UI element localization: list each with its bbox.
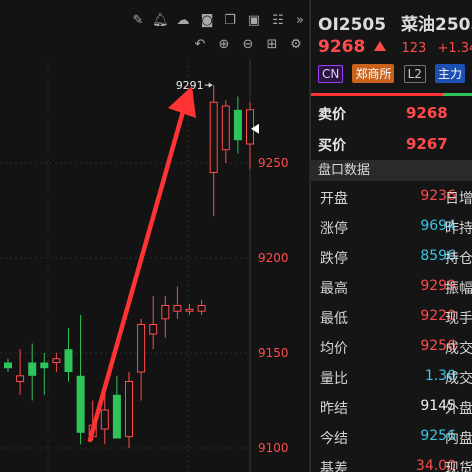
chart-background — [0, 0, 308, 472]
candle-body — [197, 305, 206, 312]
tag-row: CN 郑商所 L2 主力 — [318, 63, 469, 83]
tag-exchange: 郑商所 — [352, 64, 395, 83]
candle-body — [100, 409, 109, 430]
quote-row-label: 昨结 — [320, 401, 348, 417]
quote-row-label: 开盘 — [320, 191, 348, 207]
candle-body — [185, 308, 194, 312]
ask-price: 9268 — [406, 104, 448, 122]
candle-body — [40, 362, 49, 369]
candle-body — [64, 349, 73, 372]
quote-row: 均价 9256 成交 — [311, 332, 472, 362]
tag-l2[interactable]: L2 — [403, 65, 426, 83]
chart-toolbar: ✎ 🔔︎ ☁ ◙ ❐ ▣ ☷ » ↶ ⊕ ⊖ ⊞ ⚙ — [0, 6, 308, 51]
candle-body — [149, 324, 158, 335]
quote-data-list: 开盘 9236 日增 涨停 9694 昨持 跌停 8596 持仓 最高 9299 振幅 最低 9220 现手… — [311, 182, 472, 472]
tag-cn: CN — [318, 65, 344, 83]
quote-row-label-2: 成交 — [445, 371, 472, 387]
quote-row-label-2: 昨持 — [445, 221, 472, 237]
candlestick-chart[interactable]: 91009150920092509291 — [0, 0, 308, 472]
y-tick-label: 9200 — [258, 251, 289, 265]
quote-row: 最低 9220 现手 — [311, 302, 472, 332]
cloud-icon[interactable]: ☁ — [175, 14, 191, 27]
quote-row-label: 均价 — [320, 341, 348, 357]
bid-row[interactable]: 买价 9267 — [318, 133, 472, 157]
collapse-icon[interactable]: » — [292, 14, 308, 27]
candle-body — [16, 375, 25, 382]
candle-body — [233, 109, 242, 141]
tag-main-contract: 主力 — [434, 64, 465, 83]
quote-row: 最高 9299 振幅 — [311, 272, 472, 302]
symbol-name[interactable]: 菜油2505 — [401, 15, 472, 35]
grid-icon[interactable]: ⊞ — [264, 38, 280, 51]
candle-body — [246, 109, 254, 145]
symbol-code[interactable]: OI2505 — [318, 15, 386, 35]
quote-row-label-2: 持仓 — [445, 251, 472, 267]
candle-body — [161, 305, 170, 320]
quote-row-label: 量比 — [320, 371, 348, 387]
quote-row-label: 最高 — [320, 281, 348, 297]
arrow-up-icon — [374, 41, 387, 51]
candle-body — [137, 324, 146, 373]
quote-row-label-2: 现货 — [445, 461, 472, 472]
quote-row-label-2: 外盘 — [445, 401, 472, 417]
section-header: 盘口数据 — [311, 160, 472, 181]
quote-row-label-2: 日增 — [445, 191, 472, 207]
candle-body — [112, 394, 121, 439]
candle-body — [28, 362, 37, 376]
ask-row[interactable]: 卖价 9268 — [318, 102, 472, 126]
quote-row-label: 跌停 — [320, 251, 348, 267]
quote-row-label-2: 振幅 — [445, 281, 472, 297]
bell-icon[interactable]: 🔔︎ — [152, 14, 169, 27]
ratio-bar-red — [311, 93, 443, 96]
symbol-header: OI2505 菜油2505 — [318, 10, 472, 35]
quote-row: 开盘 9236 日增 — [311, 182, 472, 212]
candle-body — [209, 101, 218, 173]
price-row: 9268 123 +1.34% — [318, 37, 472, 57]
candle-body — [52, 358, 61, 364]
chart-pane[interactable]: 9100 9150 9200 9250 9291 ✎ 🔔︎ ☁ ◙ ❐ ▣ ☷ » ↶ … — [0, 0, 308, 472]
camera-icon[interactable]: ◙ — [199, 14, 215, 27]
candle-body — [76, 375, 85, 433]
undo-icon[interactable]: ↶ — [192, 38, 208, 51]
candle-body — [125, 381, 133, 438]
candle-body — [173, 305, 182, 312]
quote-row: 基差 34.00 现货 — [311, 452, 472, 472]
pencil-icon[interactable]: ✎ — [130, 14, 146, 27]
last-price: 9268 — [318, 37, 366, 57]
quote-row-label: 基差 — [320, 461, 348, 472]
bid-price: 9267 — [406, 135, 448, 153]
quote-row-label-2: 现手 — [445, 311, 472, 327]
quote-row-label-2: 成交 — [445, 341, 472, 357]
settings-icon[interactable]: ⚙ — [288, 38, 304, 51]
zoom-in-icon[interactable]: ⊕ — [216, 38, 232, 51]
quote-row: 涨停 9694 昨持 — [311, 212, 472, 242]
copy-icon[interactable]: ❐ — [222, 14, 238, 27]
zoom-out-icon[interactable]: ⊖ — [240, 38, 256, 51]
y-tick-label: 9100 — [258, 441, 289, 455]
quote-panel: OI2505 菜油2505 9268 123 +1.34% CN 郑商所 L2 … — [311, 0, 472, 472]
quote-row: 今结 9256 内盘 — [311, 422, 472, 452]
quote-row: 昨结 9145 外盘 — [311, 392, 472, 422]
ask-label: 卖价 — [318, 107, 346, 123]
quote-row-label: 最低 — [320, 311, 348, 327]
quote-row: 跌停 8596 持仓 — [311, 242, 472, 272]
bid-label: 买价 — [318, 138, 346, 154]
sliders-icon[interactable]: ☷ — [270, 14, 286, 27]
quote-row-label: 今结 — [320, 431, 348, 447]
price-change-pct: +1.34% — [437, 41, 472, 56]
bid-ask-ratio-bar — [311, 93, 472, 96]
quote-row: 量比 1.30 成交 — [311, 362, 472, 392]
price-change: 123 — [401, 41, 427, 56]
image-icon[interactable]: ▣ — [246, 14, 262, 27]
y-tick-label: 9150 — [258, 346, 289, 360]
y-tick-label: 9250 — [258, 156, 289, 170]
quote-row-label: 涨停 — [320, 221, 348, 237]
candle-body — [4, 362, 12, 369]
quote-row-label-2: 内盘 — [445, 431, 472, 447]
candle-body — [221, 105, 230, 151]
